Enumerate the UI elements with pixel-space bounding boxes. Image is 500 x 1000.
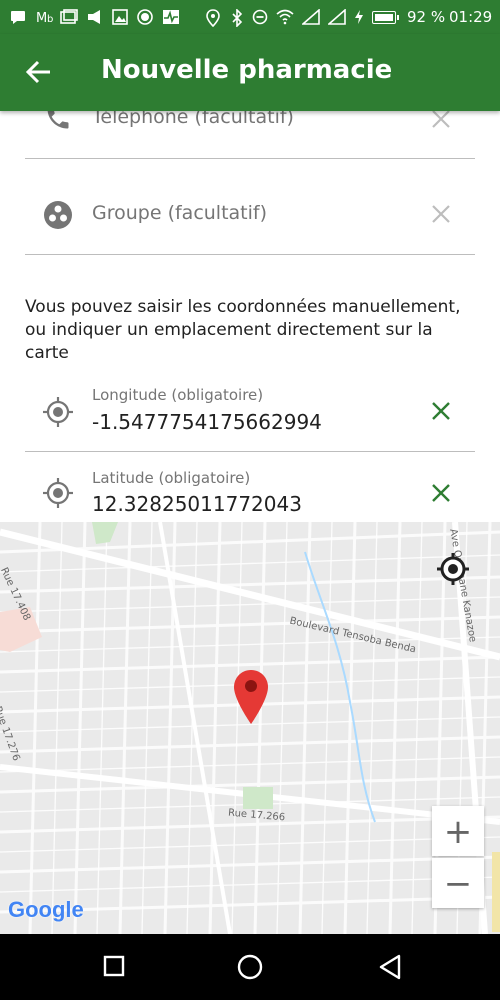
clear-group-icon[interactable] bbox=[430, 203, 452, 225]
svg-text:b: b bbox=[47, 14, 53, 25]
clock: 01:29 bbox=[449, 8, 493, 26]
group-icon bbox=[44, 201, 72, 229]
back-icon[interactable] bbox=[378, 954, 402, 980]
page-title: Nouvelle pharmacie bbox=[101, 55, 393, 85]
bluetooth-icon bbox=[232, 9, 243, 27]
latitude-value[interactable]: 12.32825011772043 bbox=[92, 492, 302, 516]
latitude-label: Latitude (obligatoire) bbox=[92, 469, 251, 487]
map-view[interactable]: Boulevard Tensoba Benda Rue 17.266 Rue 1… bbox=[0, 522, 500, 934]
app-bar: Nouvelle pharmacie bbox=[0, 34, 500, 111]
clear-latitude-icon[interactable] bbox=[430, 482, 452, 504]
crosshair-icon bbox=[43, 397, 73, 427]
group-placeholder: Groupe (facultatif) bbox=[92, 202, 268, 224]
group-divider bbox=[25, 254, 475, 255]
do-not-disturb-icon bbox=[252, 9, 268, 25]
record-icon bbox=[137, 9, 153, 25]
coordinates-info-text: Vous pouvez saisir les coordonnées manue… bbox=[25, 297, 461, 363]
battery-percent: 92 % bbox=[407, 8, 446, 26]
longitude-divider bbox=[25, 451, 475, 452]
gallery-icon bbox=[60, 9, 78, 24]
wifi-icon bbox=[276, 9, 294, 25]
zoom-out-label: − bbox=[443, 864, 473, 904]
activity-icon bbox=[163, 10, 179, 24]
back-arrow-icon[interactable] bbox=[22, 55, 56, 89]
navigation-bar bbox=[0, 934, 500, 1000]
message-icon bbox=[11, 11, 25, 24]
recent-apps-icon[interactable] bbox=[103, 955, 125, 977]
location-icon bbox=[206, 9, 220, 27]
crosshair-icon bbox=[43, 478, 73, 508]
google-logo: Google bbox=[8, 897, 84, 923]
megaphone-icon bbox=[88, 10, 100, 24]
zoom-in-button[interactable]: + bbox=[432, 806, 484, 856]
longitude-label: Longitude (obligatoire) bbox=[92, 386, 264, 404]
google-logo-text: Google bbox=[8, 897, 84, 922]
battery-icon bbox=[372, 11, 399, 24]
clear-phone-icon[interactable] bbox=[430, 108, 452, 130]
map-tiles[interactable] bbox=[0, 522, 500, 934]
image-icon bbox=[112, 9, 128, 25]
status-bar: Mb 92 % 01:29 bbox=[0, 0, 500, 34]
home-icon[interactable] bbox=[236, 953, 264, 981]
longitude-value[interactable]: -1.5477754175662994 bbox=[92, 410, 322, 434]
svg-text:M: M bbox=[36, 11, 47, 25]
clear-longitude-icon[interactable] bbox=[430, 400, 452, 422]
zoom-out-button[interactable]: − bbox=[432, 858, 484, 908]
signal-icon bbox=[302, 9, 320, 25]
phone-divider bbox=[25, 158, 475, 159]
zoom-in-label: + bbox=[443, 812, 473, 852]
signal-icon-2 bbox=[328, 9, 346, 25]
location-pin-icon[interactable] bbox=[232, 668, 270, 726]
my-location-icon[interactable] bbox=[436, 552, 470, 586]
charging-icon bbox=[355, 10, 363, 24]
mobile-money-icon: Mb bbox=[36, 11, 53, 25]
